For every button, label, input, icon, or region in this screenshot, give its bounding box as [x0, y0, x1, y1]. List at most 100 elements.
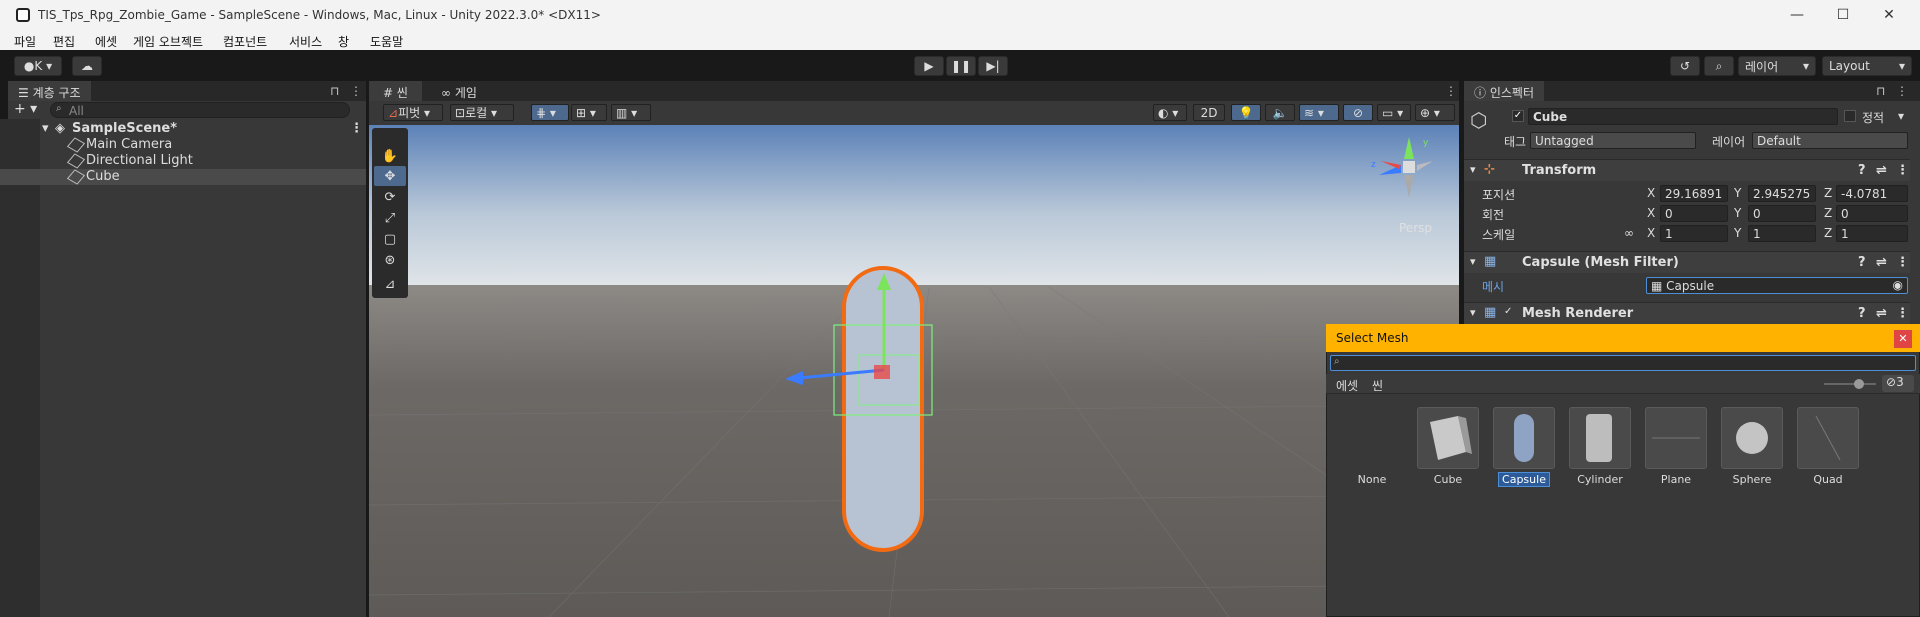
- tag-dropdown[interactable]: Untagged: [1530, 132, 1696, 149]
- menu-services[interactable]: 서비스: [289, 33, 322, 50]
- rect-tool-icon[interactable]: ▢: [374, 229, 406, 249]
- audio-toggle[interactable]: 🔈: [1265, 104, 1295, 121]
- gizmos-dropdown[interactable]: ⊕ ▾: [1415, 104, 1455, 121]
- more-options-icon[interactable]: ⋮: [1896, 163, 1909, 178]
- local-dropdown[interactable]: ⊡로컬 ▾: [450, 104, 514, 121]
- tab-inspector[interactable]: ⓘ 인스펙터: [1464, 81, 1544, 101]
- search-button[interactable]: ⌕: [1704, 56, 1734, 76]
- transform-tool-icon[interactable]: ⊛: [374, 250, 406, 270]
- lighting-toggle[interactable]: 💡: [1231, 104, 1261, 121]
- minimize-button[interactable]: —: [1774, 0, 1820, 30]
- menu-gameobject[interactable]: 게임 오브젝트: [133, 33, 203, 50]
- select-mesh-titlebar[interactable]: Select Mesh ✕: [1326, 324, 1920, 352]
- mesh-item-capsule[interactable]: Capsule: [1493, 407, 1555, 487]
- more-options-icon[interactable]: ⋮: [1445, 84, 1457, 98]
- move-tool-icon[interactable]: ✥: [374, 166, 406, 186]
- menu-assets[interactable]: 에셋: [95, 33, 117, 50]
- lock-icon[interactable]: ⊓: [1876, 84, 1885, 98]
- static-checkbox[interactable]: [1844, 110, 1856, 122]
- hidden-packages-toggle[interactable]: ⊘3: [1882, 375, 1914, 392]
- cloud-button[interactable]: ☁: [72, 56, 102, 76]
- menu-window[interactable]: 창: [338, 33, 349, 50]
- more-options-icon[interactable]: ⋮: [350, 121, 363, 136]
- more-options-icon[interactable]: ⋮: [350, 84, 362, 98]
- layout-dropdown[interactable]: Layout ▾: [1822, 56, 1912, 76]
- preset-icon[interactable]: ⇌: [1876, 255, 1887, 270]
- help-icon[interactable]: ?: [1858, 163, 1866, 178]
- position-z-field[interactable]: -4.0781: [1836, 185, 1908, 202]
- add-button[interactable]: + ▾: [14, 101, 37, 117]
- scale-y-field[interactable]: 1: [1748, 225, 1816, 242]
- pause-button[interactable]: ❚❚: [946, 56, 976, 76]
- hierarchy-item-directional-light[interactable]: Directional Light: [0, 153, 366, 169]
- more-options-icon[interactable]: ⋮: [1896, 255, 1909, 270]
- layer-dropdown[interactable]: Default: [1752, 132, 1908, 149]
- mesh-object-field[interactable]: ▦ Capsule ◉: [1646, 277, 1908, 294]
- effects-dropdown[interactable]: ≋ ▾: [1299, 104, 1339, 121]
- rotation-z-field[interactable]: 0: [1836, 205, 1908, 222]
- rotate-tool-icon[interactable]: ⟳: [374, 187, 406, 207]
- mesh-renderer-header[interactable]: ▾ ▦ ✓ Mesh Renderer ? ⇌ ⋮: [1464, 302, 1910, 324]
- mesh-item-sphere[interactable]: Sphere: [1721, 407, 1783, 486]
- mesh-item-none[interactable]: None: [1341, 407, 1403, 486]
- menu-component[interactable]: 컴포넌트: [223, 33, 267, 50]
- hierarchy-item-main-camera[interactable]: Main Camera: [0, 137, 366, 153]
- rotation-y-field[interactable]: 0: [1748, 205, 1816, 222]
- scene-row[interactable]: ▾ ◈ SampleScene* ⋮: [0, 121, 366, 137]
- lock-icon[interactable]: ⊓: [330, 84, 339, 98]
- active-checkbox[interactable]: ✓: [1512, 110, 1524, 122]
- mesh-filter-header[interactable]: ▾ ▦ Capsule (Mesh Filter) ? ⇌ ⋮: [1464, 251, 1910, 273]
- menu-file[interactable]: 파일: [14, 33, 36, 50]
- grid-snap-toggle[interactable]: ⋕ ▾: [531, 104, 569, 121]
- mesh-search-input[interactable]: [1330, 355, 1916, 371]
- link-icon[interactable]: ∞: [1624, 226, 1634, 240]
- tab-scene[interactable]: 씬: [1372, 377, 1383, 394]
- menu-edit[interactable]: 편집: [53, 33, 75, 50]
- pivot-dropdown[interactable]: ⊿피벗 ▾: [383, 104, 443, 121]
- mesh-item-quad[interactable]: Quad: [1797, 407, 1859, 486]
- history-button[interactable]: ↺: [1670, 56, 1700, 76]
- slider-handle[interactable]: [1854, 379, 1864, 389]
- projection-label[interactable]: Persp: [1399, 221, 1432, 235]
- object-name-field[interactable]: Cube: [1528, 108, 1838, 125]
- hidden-objects-toggle[interactable]: ⊘: [1343, 104, 1373, 121]
- step-button[interactable]: ▶|: [978, 56, 1008, 76]
- hand-tool-icon[interactable]: ✋: [374, 146, 406, 166]
- preset-icon[interactable]: ⇌: [1876, 306, 1887, 321]
- help-icon[interactable]: ?: [1858, 255, 1866, 270]
- menu-help[interactable]: 도움말: [370, 33, 403, 50]
- mesh-item-cube[interactable]: Cube: [1417, 407, 1479, 486]
- maximize-button[interactable]: ☐: [1820, 0, 1866, 30]
- mesh-item-cylinder[interactable]: Cylinder: [1569, 407, 1631, 486]
- mesh-item-plane[interactable]: Plane: [1645, 407, 1707, 486]
- tab-scene[interactable]: # 씬: [369, 81, 422, 101]
- 2d-toggle[interactable]: 2D: [1193, 104, 1225, 121]
- object-picker-icon[interactable]: ◉: [1893, 278, 1903, 292]
- chevron-down-icon[interactable]: ▾: [1898, 109, 1904, 123]
- scale-x-field[interactable]: 1: [1660, 225, 1728, 242]
- move-plane-handle[interactable]: [874, 365, 890, 379]
- scale-z-field[interactable]: 1: [1836, 225, 1908, 242]
- tab-hierarchy[interactable]: ☰ 계층 구조: [8, 81, 91, 101]
- camera-dropdown[interactable]: ▭ ▾: [1377, 104, 1411, 121]
- help-icon[interactable]: ?: [1858, 306, 1866, 321]
- layers-dropdown[interactable]: 레이어 ▾: [1738, 56, 1816, 76]
- play-button[interactable]: ▶: [914, 56, 944, 76]
- custom-tool-icon[interactable]: ⊿: [374, 274, 406, 294]
- enabled-checkbox[interactable]: ✓: [1504, 306, 1512, 317]
- draw-mode-dropdown[interactable]: ◐ ▾: [1153, 104, 1187, 121]
- hierarchy-item-cube[interactable]: Cube: [0, 169, 366, 185]
- close-window-button[interactable]: ✕: [1866, 0, 1912, 30]
- position-y-field[interactable]: 2.945275: [1748, 185, 1816, 202]
- thumbnail-size-slider[interactable]: [1824, 383, 1876, 385]
- snap-increment-button[interactable]: ⊞ ▾: [571, 104, 607, 121]
- scale-tool-icon[interactable]: ⤢: [374, 208, 406, 228]
- scene-viewport[interactable]: y z Persp: [369, 125, 1459, 617]
- more-options-icon[interactable]: ⋮: [1896, 84, 1908, 98]
- more-options-icon[interactable]: ⋮: [1896, 306, 1909, 321]
- hierarchy-search-input[interactable]: All: [50, 102, 350, 118]
- tab-assets[interactable]: 에셋: [1336, 377, 1358, 394]
- grid-visibility-button[interactable]: ▥ ▾: [611, 104, 651, 121]
- position-x-field[interactable]: 29.16891: [1660, 185, 1728, 202]
- close-icon[interactable]: ✕: [1894, 330, 1912, 348]
